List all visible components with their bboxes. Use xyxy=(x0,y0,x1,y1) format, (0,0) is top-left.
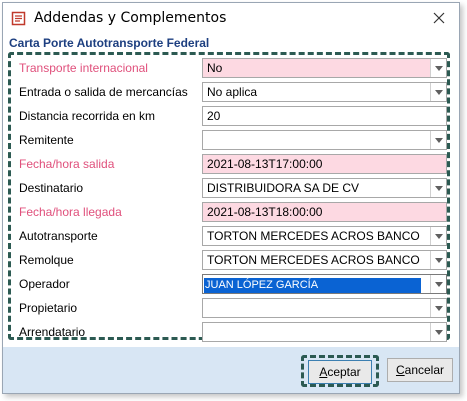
app-icon xyxy=(11,11,26,26)
row-entrada-salida: Entrada o salida de mercancías No aplica xyxy=(11,81,451,103)
fecha-llegada-input[interactable]: 2021-08-13T18:00:00 xyxy=(202,202,447,222)
chevron-down-icon[interactable] xyxy=(430,251,446,269)
entrada-salida-select[interactable]: No aplica xyxy=(202,82,447,102)
field-label: Remolque xyxy=(19,253,74,267)
row-distancia: Distancia recorrida en km 20 xyxy=(11,105,451,127)
chevron-down-icon[interactable] xyxy=(430,83,446,101)
destinatario-select[interactable]: DISTRIBUIDORA SA DE CV xyxy=(202,178,447,198)
form-panel: Transporte internacional No Entrada o sa… xyxy=(8,52,451,343)
accept-button[interactable]: Aceptar xyxy=(308,360,372,384)
field-value: No xyxy=(207,61,223,75)
field-value: TORTON MERCEDES ACROS BANCO xyxy=(207,253,420,267)
chevron-down-icon[interactable] xyxy=(430,275,446,293)
field-value: DISTRIBUIDORA SA DE CV xyxy=(207,181,360,195)
field-value: 20 xyxy=(207,109,221,123)
button-bar: Aceptar Cancelar xyxy=(3,347,459,393)
cancel-mnemonic: C xyxy=(395,363,405,377)
field-value: No aplica xyxy=(207,85,258,99)
chevron-down-icon[interactable] xyxy=(430,299,446,317)
field-label: Fecha/hora llegada xyxy=(19,205,122,219)
chevron-down-icon[interactable] xyxy=(430,131,446,149)
field-label: Entrada o salida de mercancías xyxy=(19,85,188,99)
section-title: Carta Porte Autotransporte Federal xyxy=(9,36,210,50)
window-title: Addendas y Complementos xyxy=(34,10,227,26)
row-remitente: Remitente xyxy=(11,129,451,151)
title-bar: Addendas y Complementos xyxy=(3,3,459,33)
field-label: Operador xyxy=(19,277,70,291)
row-transporte-internacional: Transporte internacional No xyxy=(11,57,451,79)
field-label: Fecha/hora salida xyxy=(19,157,115,171)
remitente-select[interactable] xyxy=(202,130,447,150)
field-value: 2021-08-13T18:00:00 xyxy=(207,205,323,219)
field-value: TORTON MERCEDES ACROS BANCO xyxy=(207,229,420,243)
propietario-select[interactable] xyxy=(202,298,447,318)
field-value: 2021-08-13T17:00:00 xyxy=(207,157,323,171)
row-propietario: Propietario xyxy=(11,297,451,319)
chevron-down-icon[interactable] xyxy=(430,323,446,341)
field-value: JUAN LÓPEZ GARCÍA xyxy=(204,278,421,293)
row-fecha-salida: Fecha/hora salida 2021-08-13T17:00:00 xyxy=(11,153,451,175)
field-label: Propietario xyxy=(19,301,78,315)
field-label: Destinatario xyxy=(19,181,84,195)
field-label: Transporte internacional xyxy=(19,61,148,75)
operador-select[interactable]: JUAN LÓPEZ GARCÍA xyxy=(202,274,447,294)
autotransporte-select[interactable]: TORTON MERCEDES ACROS BANCO xyxy=(202,226,447,246)
field-label: Autotransporte xyxy=(19,229,98,243)
field-label: Arrendatario xyxy=(19,325,86,339)
field-label: Distancia recorrida en km xyxy=(19,109,156,123)
cancel-label: ancelar xyxy=(404,363,445,377)
row-arrendatario: Arrendatario xyxy=(11,321,451,343)
row-remolque: Remolque TORTON MERCEDES ACROS BANCO xyxy=(11,249,451,271)
arrendatario-select[interactable] xyxy=(202,322,447,342)
transporte-internacional-select[interactable]: No xyxy=(202,58,447,78)
close-icon[interactable] xyxy=(428,8,450,28)
fecha-salida-input[interactable]: 2021-08-13T17:00:00 xyxy=(202,154,447,174)
remolque-select[interactable]: TORTON MERCEDES ACROS BANCO xyxy=(202,250,447,270)
chevron-down-icon[interactable] xyxy=(430,227,446,245)
field-label: Remitente xyxy=(19,133,74,147)
distancia-input[interactable]: 20 xyxy=(202,106,447,126)
dialog-window: Addendas y Complementos Carta Porte Auto… xyxy=(2,2,460,394)
accept-label: ceptar xyxy=(327,365,361,379)
cancel-button[interactable]: Cancelar xyxy=(387,358,453,382)
row-destinatario: Destinatario DISTRIBUIDORA SA DE CV xyxy=(11,177,451,199)
row-fecha-llegada: Fecha/hora llegada 2021-08-13T18:00:00 xyxy=(11,201,451,223)
row-operador: Operador JUAN LÓPEZ GARCÍA xyxy=(11,273,451,295)
chevron-down-icon[interactable] xyxy=(430,179,446,197)
row-autotransporte: Autotransporte TORTON MERCEDES ACROS BAN… xyxy=(11,225,451,247)
accept-button-highlight: Aceptar xyxy=(301,355,379,387)
chevron-down-icon[interactable] xyxy=(430,59,446,77)
